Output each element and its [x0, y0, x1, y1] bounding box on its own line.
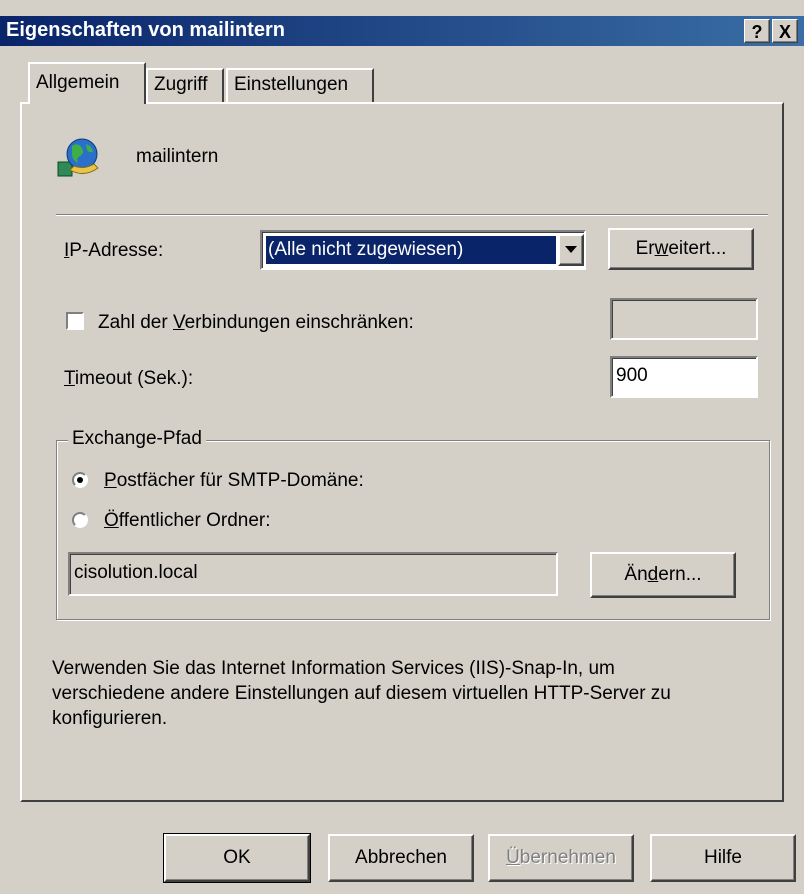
ip-address-value: (Alle nicht zugewiesen) — [265, 235, 557, 265]
title-bar: Eigenschaften von mailintern ? X — [0, 16, 804, 46]
exchange-path-field: cisolution.local — [68, 552, 558, 596]
help-button[interactable]: Hilfe — [650, 834, 796, 882]
limit-connections-label: Zahl der Verbindungen einschränken: — [98, 312, 414, 333]
window-title: Eigenschaften von mailintern — [6, 19, 285, 41]
chevron-down-icon[interactable] — [558, 234, 584, 266]
properties-dialog: Eigenschaften von mailintern ? X Allgeme… — [0, 0, 804, 894]
connection-limit-field[interactable] — [610, 298, 758, 340]
limit-connections-checkbox[interactable] — [66, 312, 84, 330]
cancel-button[interactable]: Abbrechen — [328, 834, 474, 882]
advanced-button[interactable]: Erweitert... — [608, 228, 754, 270]
server-name: mailintern — [136, 146, 219, 167]
change-button[interactable]: Ändern... — [590, 552, 736, 598]
ip-address-dropdown[interactable]: (Alle nicht zugewiesen) — [260, 230, 586, 270]
globe-server-icon — [56, 134, 102, 180]
help-icon[interactable]: ? — [744, 19, 770, 43]
exchange-path-legend: Exchange-Pfad — [68, 428, 206, 450]
tab-allgemein[interactable]: Allgemein — [28, 62, 146, 104]
timeout-label: Timeout (Sek.): — [64, 368, 194, 389]
tab-zugriff[interactable]: Zugriff — [146, 68, 224, 102]
info-text-line: verschiedene andere Einstellungen auf di… — [52, 683, 671, 704]
info-text-line: konfigurieren. — [52, 708, 168, 729]
radio-public-folder-label: Öffentlicher Ordner: — [104, 510, 271, 531]
ok-button[interactable]: OK — [163, 833, 311, 883]
radio-public-folder[interactable] — [72, 512, 88, 528]
info-text-line: Verwenden Sie das Internet Information S… — [52, 658, 615, 679]
info-text: Verwenden Sie das Internet Information S… — [52, 656, 772, 731]
timeout-field[interactable]: 900 — [610, 356, 758, 398]
apply-button[interactable]: Übernehmen — [488, 834, 634, 882]
radio-mailboxes-smtp-label: Postfächer für SMTP-Domäne: — [104, 470, 364, 491]
tab-einstellungen[interactable]: Einstellungen — [226, 68, 374, 102]
ip-address-label: IP-Adresse: — [64, 240, 164, 261]
close-icon[interactable]: X — [772, 19, 798, 43]
radio-mailboxes-smtp[interactable] — [72, 472, 88, 488]
separator — [56, 214, 768, 216]
